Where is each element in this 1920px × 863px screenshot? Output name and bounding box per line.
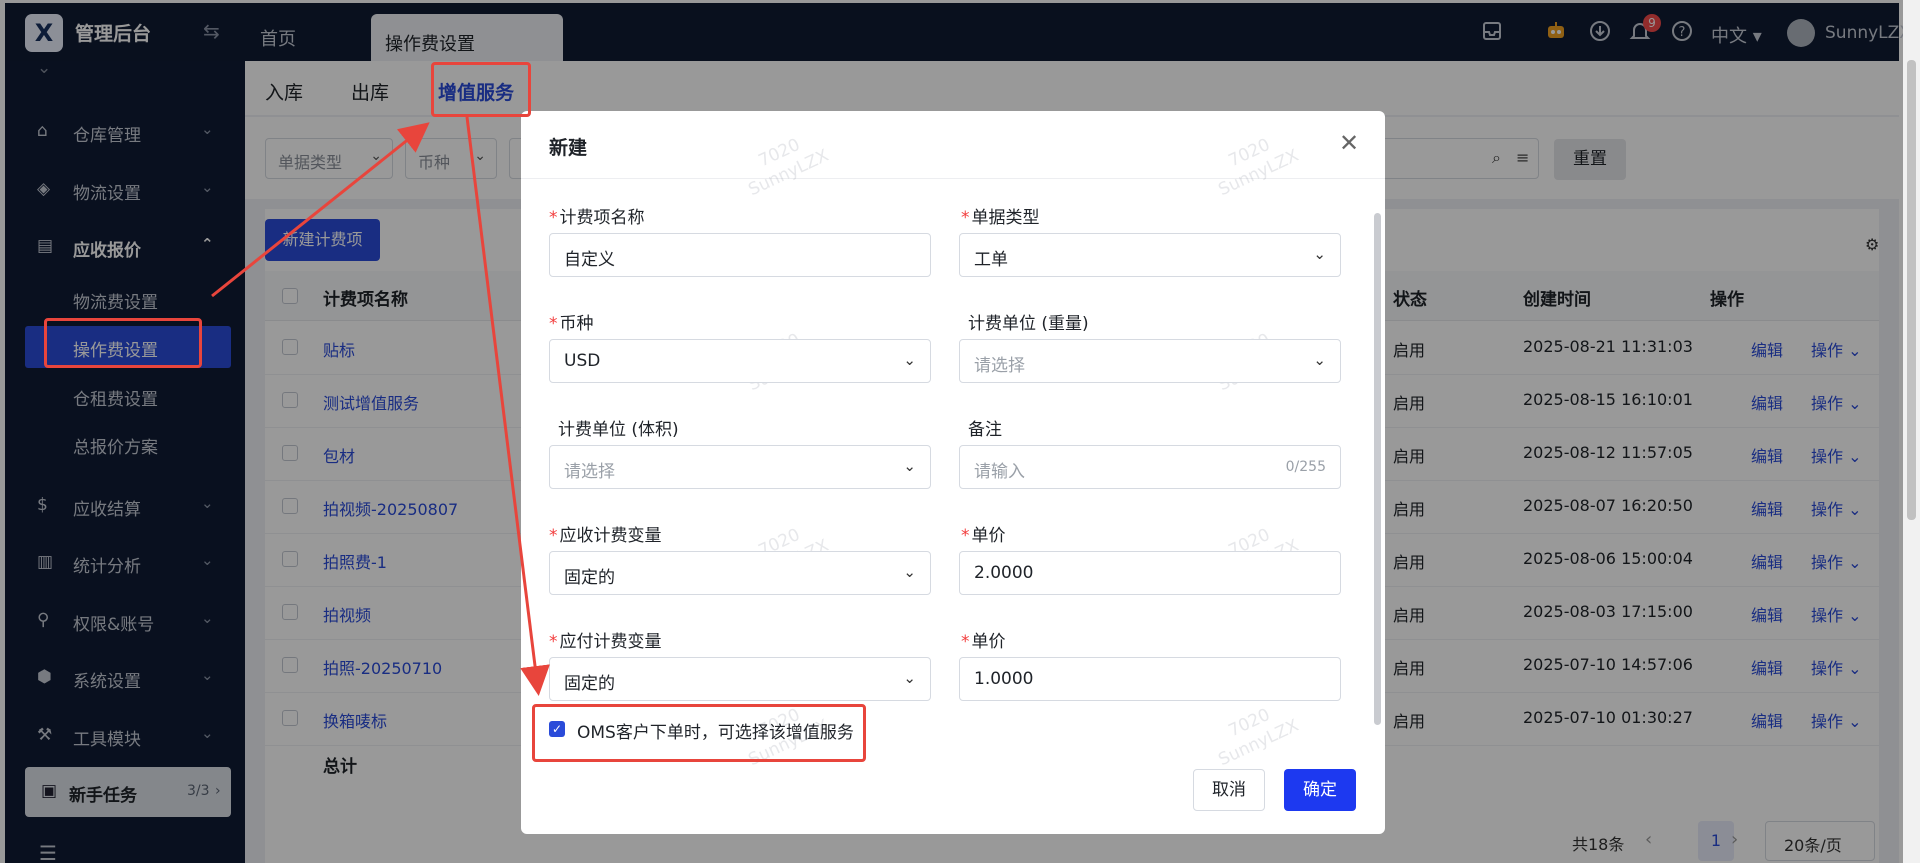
cancel-button[interactable]: 取消 xyxy=(1193,769,1265,811)
doc-type-label: * 单据类型 xyxy=(961,203,1040,228)
required-mark: * xyxy=(961,526,970,546)
modal-scrollbar-thumb[interactable] xyxy=(1374,213,1381,725)
required-mark: * xyxy=(549,208,558,228)
receivable-price-input[interactable]: 2.0000 xyxy=(959,551,1341,595)
watermark: 7020 SunnyLZX xyxy=(745,134,832,201)
doc-type-label-text: 单据类型 xyxy=(971,208,1040,228)
weight-unit-label: 计费单位 (重量) xyxy=(968,314,1089,334)
required-mark: * xyxy=(961,208,970,228)
payable-variable-value: 固定的 xyxy=(564,674,615,694)
watermark: 7020 SunnyLZX xyxy=(1215,704,1302,771)
page-scrollbar[interactable] xyxy=(1903,0,1920,863)
remark-placeholder: 请输入 xyxy=(974,462,1025,482)
remark-label: 备注 xyxy=(968,420,1002,440)
annotation-box-operation-fee xyxy=(44,318,202,368)
receivable-variable-value: 固定的 xyxy=(564,568,615,588)
watermark: 7020 SunnyLZX xyxy=(1215,134,1302,201)
chevron-down-icon: ⌄ xyxy=(903,351,916,369)
modal-scrollbar[interactable] xyxy=(1371,181,1383,741)
currency-label-text: 币种 xyxy=(559,314,594,334)
payable-price-label: * 单价 xyxy=(961,627,1006,652)
doc-type-value: 工单 xyxy=(974,250,1008,270)
receivable-price-label-text: 单价 xyxy=(971,526,1006,546)
payable-variable-label: * 应付计费变量 xyxy=(549,627,662,652)
payable-variable-select[interactable]: 固定的 ⌄ xyxy=(549,657,931,701)
required-mark: * xyxy=(549,314,558,334)
required-mark: * xyxy=(549,526,558,546)
volume-unit-label: 计费单位 (体积) xyxy=(558,420,679,440)
annotation-box-oms-checkbox xyxy=(532,704,866,762)
chevron-down-icon: ⌄ xyxy=(1313,245,1326,263)
payable-price-input[interactable]: 1.0000 xyxy=(959,657,1341,701)
page-scrollbar-thumb[interactable] xyxy=(1907,60,1916,520)
currency-label: * 币种 xyxy=(549,309,594,334)
annotation-box-value-added-tab xyxy=(431,62,531,117)
remark-char-counter: 0/255 xyxy=(1285,459,1326,475)
required-mark: * xyxy=(549,632,558,652)
weight-unit-placeholder: 请选择 xyxy=(974,356,1025,376)
chevron-down-icon: ⌄ xyxy=(903,457,916,475)
chevron-down-icon: ⌄ xyxy=(903,669,916,687)
currency-select[interactable]: USD ⌄ xyxy=(549,339,931,383)
payable-price-label-text: 单价 xyxy=(971,632,1006,652)
receivable-variable-select[interactable]: 固定的 ⌄ xyxy=(549,551,931,595)
close-icon[interactable]: ✕ xyxy=(1339,129,1359,157)
weight-unit-select[interactable]: 请选择 ⌄ xyxy=(959,339,1341,383)
chevron-down-icon: ⌄ xyxy=(1313,351,1326,369)
receivable-variable-label: * 应收计费变量 xyxy=(549,521,662,546)
modal-title: 新建 xyxy=(549,137,588,159)
fee-name-input[interactable]: 自定义 xyxy=(549,233,931,277)
currency-value: USD xyxy=(564,351,601,371)
fee-name-label-text: 计费项名称 xyxy=(559,208,645,228)
receivable-variable-label-text: 应收计费变量 xyxy=(559,526,662,546)
doc-type-select[interactable]: 工单 ⌄ xyxy=(959,233,1341,277)
fee-name-label: * 计费项名称 xyxy=(549,203,645,228)
required-mark: * xyxy=(961,632,970,652)
confirm-button[interactable]: 确定 xyxy=(1284,769,1356,811)
payable-variable-label-text: 应付计费变量 xyxy=(559,632,662,652)
remark-input[interactable]: 请输入 0/255 xyxy=(959,445,1341,489)
receivable-price-label: * 单价 xyxy=(961,521,1006,546)
volume-unit-select[interactable]: 请选择 ⌄ xyxy=(549,445,931,489)
volume-unit-placeholder: 请选择 xyxy=(564,462,615,482)
chevron-down-icon: ⌄ xyxy=(903,563,916,581)
